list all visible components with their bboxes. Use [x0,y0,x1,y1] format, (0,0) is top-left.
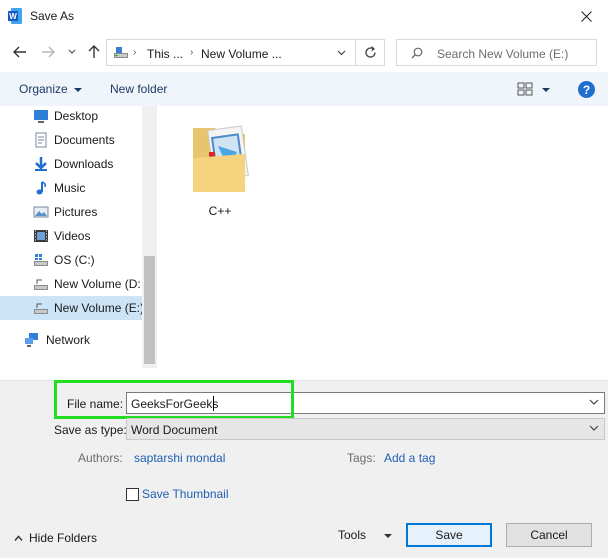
scrollbar-thumb[interactable] [144,256,155,364]
arrow-left-icon [13,46,26,58]
sidebar-item-label: OS (C:) [54,253,95,267]
sidebar-item-label: Desktop [54,109,99,123]
address-bar-row: › This ... › New Volume ... Search New V… [0,36,608,68]
close-icon [580,10,592,22]
sidebar-item-new-volume-d[interactable]: New Volume (D: [0,272,142,296]
sidebar-item-network[interactable]: Network [0,328,142,352]
sidebar-item-new-volume-e[interactable]: New Volume (E:) [0,296,142,320]
file-name-value: GeeksForGeeks [131,397,219,411]
word-icon: W [8,8,22,24]
refresh-button[interactable] [355,40,385,65]
documents-icon [35,132,47,148]
organize-button[interactable]: Organize [19,82,82,96]
tools-button[interactable]: Tools [338,528,393,542]
chevron-down-icon [589,425,599,431]
folder-item[interactable]: C++ [185,118,255,218]
breadcrumb-this-pc[interactable]: This ... [147,47,183,61]
file-name-input[interactable]: GeeksForGeeks [126,392,605,414]
sidebar-item-label: New Volume (D: [54,277,141,291]
text-cursor [213,396,214,411]
search-icon [411,47,423,59]
breadcrumb-new-volume[interactable]: New Volume ... [201,47,282,61]
save-thumbnail-checkbox[interactable] [126,488,139,501]
tags-label: Tags: [347,451,376,465]
sidebar-item-label: Documents [54,133,115,147]
save-button[interactable]: Save [406,523,492,547]
authors-field[interactable]: saptarshi mondal [134,451,225,465]
desktop-icon [34,110,48,123]
svg-text:W: W [9,12,17,21]
pictures-icon [33,206,49,218]
save-as-type-value: Word Document [131,423,218,437]
hide-folders-label: Hide Folders [29,531,98,545]
folder-icon [193,125,249,192]
close-button[interactable] [564,0,608,32]
authors-label: Authors: [78,451,123,465]
chevron-down-icon [68,49,76,54]
tags-field[interactable]: Add a tag [384,451,435,465]
drive-icon [34,303,48,314]
file-name-label: File name: [67,397,124,411]
sidebar-item-downloads[interactable]: Downloads [0,152,142,176]
tools-label: Tools [338,528,367,542]
navigation-pane: Desktop Documents Downloads Music Pictur… [0,106,142,368]
nav-scrollbar[interactable] [142,106,157,368]
sidebar-item-label: Downloads [54,157,114,171]
sidebar-item-documents[interactable]: Documents [0,128,142,152]
caret-down-icon [73,87,82,92]
sidebar-item-os-c[interactable]: OS (C:) [0,248,142,272]
help-icon[interactable]: ? [578,81,595,98]
drive-icon [114,47,128,58]
crumb-separator: › [133,47,137,58]
downloads-icon [35,157,47,171]
address-field[interactable]: › This ... › New Volume ... [106,39,385,66]
crumb-separator: › [190,47,194,58]
cancel-button[interactable]: Cancel [506,523,592,547]
up-button[interactable] [84,42,104,62]
sidebar-item-label: New Volume (E:) [54,301,142,315]
title-bar: W Save As [0,0,608,32]
back-button[interactable] [10,42,30,62]
chevron-down-icon[interactable] [589,398,599,406]
save-as-type-select[interactable]: Word Document [126,418,605,440]
drive-icon [34,254,48,266]
search-placeholder: Search New Volume (E:) [437,47,569,61]
sidebar-item-music[interactable]: Music [0,176,142,200]
refresh-icon [365,46,376,58]
forward-button[interactable] [38,42,58,62]
sidebar-item-label: Videos [54,229,91,243]
recent-locations-button[interactable] [62,42,82,62]
sidebar-item-desktop[interactable]: Desktop [0,106,142,128]
sidebar-item-pictures[interactable]: Pictures [0,200,142,224]
file-list: C++ [157,106,608,380]
hide-folders-button[interactable]: Hide Folders [14,531,97,545]
arrow-right-icon [42,46,55,58]
music-icon [36,181,46,195]
command-bar: Organize New folder ? [0,72,608,106]
organize-label: Organize [19,82,68,96]
sidebar-item-label: Music [54,181,86,195]
save-options-panel: File name: GeeksForGeeks Save as type: W… [0,380,608,558]
window-title: Save As [30,9,75,23]
search-box[interactable]: Search New Volume (E:) [396,39,597,66]
sidebar-item-label: Network [46,333,91,347]
videos-icon [34,230,48,242]
new-folder-button[interactable]: New folder [110,82,167,96]
view-dropdown-icon[interactable] [542,88,550,92]
chevron-up-icon [14,535,23,541]
caret-down-icon [384,533,393,538]
view-options-icon[interactable] [517,82,533,96]
arrow-up-icon [88,45,100,58]
save-thumbnail-label[interactable]: Save Thumbnail [142,487,229,501]
address-dropdown[interactable] [329,40,353,65]
sidebar-item-videos[interactable]: Videos [0,224,142,248]
chevron-down-icon [337,50,345,55]
drive-icon [34,279,48,290]
save-as-type-label: Save as type: [54,423,127,437]
folder-label: C++ [208,204,232,218]
network-icon [25,333,38,347]
sidebar-item-label: Pictures [54,205,98,219]
